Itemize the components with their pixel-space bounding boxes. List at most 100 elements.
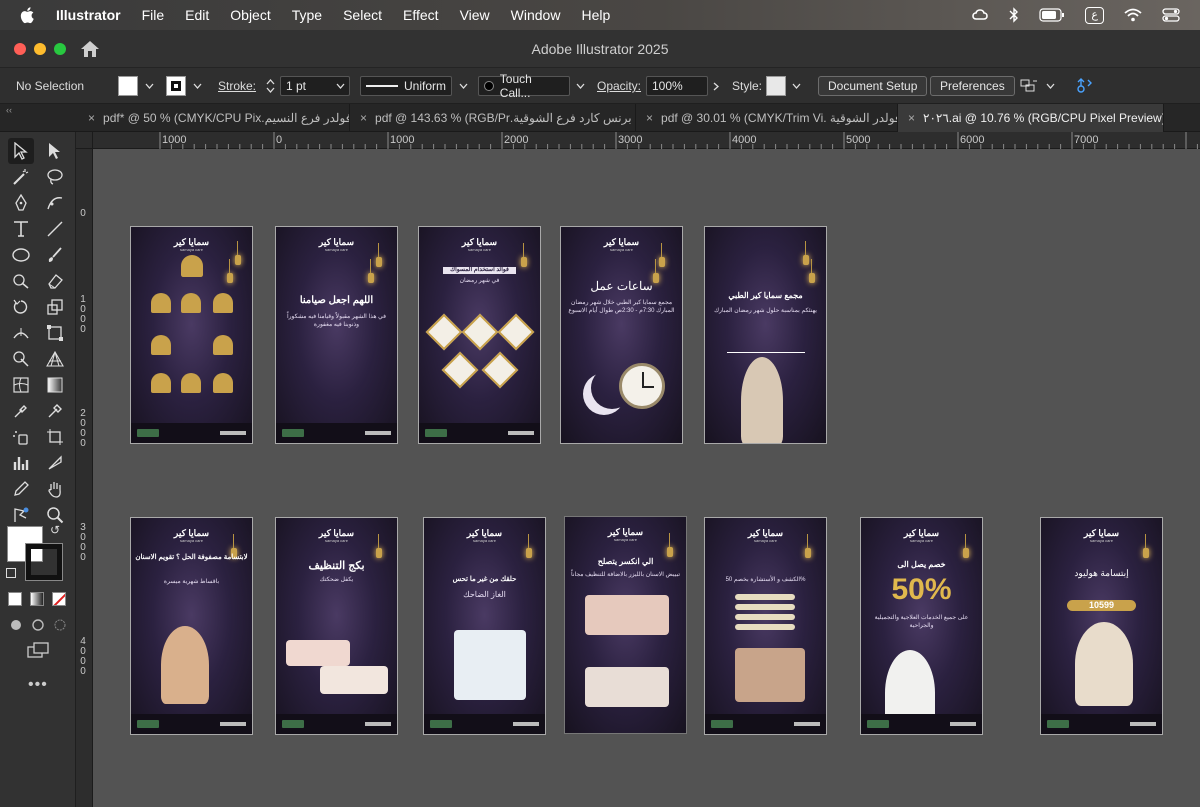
stroke-dropdown-chevron-icon[interactable] bbox=[189, 76, 205, 96]
rotate-tool[interactable] bbox=[8, 294, 34, 320]
mesh-tool[interactable] bbox=[8, 372, 34, 398]
lasso-tool[interactable] bbox=[42, 164, 68, 190]
fill-dropdown-chevron-icon[interactable] bbox=[141, 76, 157, 96]
opacity-input[interactable]: 100% bbox=[646, 76, 708, 96]
ellipse-tool[interactable] bbox=[8, 242, 34, 268]
column-graph-tool[interactable] bbox=[8, 450, 34, 476]
artboard-r2-4[interactable]: سمايا كير samaya care الي انكسر يتصلح تب… bbox=[564, 516, 687, 734]
artboard-r2-3[interactable]: سمايا كير samaya care حلقك من غير ما تحس… bbox=[423, 517, 546, 735]
share-icon[interactable] bbox=[1074, 76, 1096, 96]
tab-document-4-active[interactable]: × ٢٠٢٦.ai @ 10.76 % (RGB/CPU Pixel Previe… bbox=[898, 104, 1164, 132]
stroke-weight-input[interactable]: 1 pt bbox=[280, 76, 350, 96]
control-center-icon[interactable] bbox=[1162, 8, 1180, 22]
menu-object[interactable]: Object bbox=[230, 7, 270, 23]
artboard-r2-6[interactable]: سمايا كير samaya care خصم يصل الى 50% عل… bbox=[860, 517, 983, 735]
creative-cloud-icon[interactable] bbox=[971, 7, 989, 23]
arrange-dropdown-chevron-icon[interactable] bbox=[1042, 76, 1058, 96]
wifi-icon[interactable] bbox=[1124, 8, 1142, 22]
stroke-color-box[interactable] bbox=[25, 543, 63, 581]
gradient-tool[interactable] bbox=[42, 372, 68, 398]
menu-app-illustrator[interactable]: Illustrator bbox=[56, 7, 121, 23]
default-fill-stroke-icon[interactable] bbox=[6, 568, 16, 578]
pen-tool[interactable] bbox=[8, 190, 34, 216]
menu-view[interactable]: View bbox=[460, 7, 490, 23]
battery-icon[interactable] bbox=[1039, 8, 1065, 22]
collapse-panels-icon[interactable]: ‹‹ bbox=[6, 105, 12, 115]
menu-file[interactable]: File bbox=[142, 7, 165, 23]
tab-document-3[interactable]: × فولدر الشوقية .pdf @ 30.01 % (CMYK/Trim… bbox=[636, 104, 898, 132]
artboard-r1-2[interactable]: سمايا كير samaya care اللهم اجعل صيامنا … bbox=[275, 226, 398, 444]
stroke-label[interactable]: Stroke: bbox=[218, 79, 256, 93]
color-mode-icon[interactable] bbox=[8, 592, 22, 606]
ruler-origin[interactable] bbox=[76, 132, 93, 149]
vertical-ruler[interactable]: 0 1000 2000 3000 4000 bbox=[76, 149, 93, 807]
artboard-r2-7[interactable]: سمايا كير samaya care إبتسامة هوليود 105… bbox=[1040, 517, 1163, 735]
menu-type[interactable]: Type bbox=[292, 7, 322, 23]
type-tool[interactable] bbox=[8, 216, 34, 242]
horizontal-ruler[interactable]: 1000 0 1000 2000 3000 4000 5000 6000 700… bbox=[76, 132, 1200, 149]
artboard-r2-5[interactable]: سمايا كير samaya care الكشف و الأستشارة … bbox=[704, 517, 827, 735]
artboard-r1-5[interactable]: مجمع سمايا كير الطبي يهنئكم بمناسبة حلول… bbox=[704, 226, 827, 444]
paintbrush-tool[interactable] bbox=[42, 242, 68, 268]
menu-help[interactable]: Help bbox=[581, 7, 610, 23]
graphic-style-swatch[interactable] bbox=[766, 76, 786, 96]
swap-fill-stroke-icon[interactable]: ↺ bbox=[50, 523, 60, 537]
artboard-canvas[interactable]: سمايا كير samaya care سمايا كير samaya c… bbox=[94, 150, 1200, 807]
blend-tool[interactable] bbox=[8, 398, 34, 424]
gradient-mode-icon[interactable] bbox=[30, 592, 44, 606]
opacity-arrow-icon[interactable] bbox=[708, 76, 724, 96]
close-tab-icon[interactable]: × bbox=[646, 111, 653, 125]
opacity-label[interactable]: Opacity: bbox=[597, 79, 641, 93]
menu-select[interactable]: Select bbox=[343, 7, 382, 23]
bluetooth-icon[interactable] bbox=[1009, 7, 1019, 23]
artboard-r1-1[interactable]: سمايا كير samaya care bbox=[130, 226, 253, 444]
shaper-tool[interactable] bbox=[8, 268, 34, 294]
document-setup-button[interactable]: Document Setup bbox=[818, 76, 928, 96]
slice-tool[interactable] bbox=[42, 450, 68, 476]
none-mode-icon[interactable] bbox=[52, 592, 66, 606]
artboard-r2-1[interactable]: سمايا كير samaya care لابتسامة مصفوفة ال… bbox=[130, 517, 253, 735]
menu-edit[interactable]: Edit bbox=[185, 7, 209, 23]
artboard-r1-3[interactable]: سمايا كير samaya care فوائد استخدام المس… bbox=[418, 226, 541, 444]
stroke-swatch[interactable] bbox=[166, 76, 186, 96]
close-tab-icon[interactable]: × bbox=[908, 111, 915, 125]
artboard-r1-4[interactable]: سمايا كير samaya care ساعات عمل مجمع سما… bbox=[560, 226, 683, 444]
curvature-tool[interactable] bbox=[42, 190, 68, 216]
tab-document-2[interactable]: × برنس كارد فرع الشوقية.pdf @ 143.63 % (R… bbox=[350, 104, 636, 132]
draw-normal-icon[interactable] bbox=[8, 618, 24, 632]
menu-effect[interactable]: Effect bbox=[403, 7, 439, 23]
draw-inside-icon[interactable] bbox=[52, 618, 68, 632]
close-tab-icon[interactable]: × bbox=[88, 111, 95, 125]
magic-wand-tool[interactable] bbox=[8, 164, 34, 190]
style-dropdown-chevron-icon[interactable] bbox=[788, 76, 804, 96]
eraser-tool[interactable] bbox=[42, 268, 68, 294]
variable-width-profile-select[interactable]: Uniform bbox=[360, 76, 452, 96]
artboard-tool[interactable] bbox=[42, 424, 68, 450]
hand-tool[interactable] bbox=[42, 476, 68, 502]
free-transform-tool[interactable] bbox=[42, 320, 68, 346]
change-screen-mode-icon[interactable] bbox=[26, 642, 50, 660]
selection-tool[interactable] bbox=[8, 138, 34, 164]
close-tab-icon[interactable]: × bbox=[360, 111, 367, 125]
artboard-r2-2[interactable]: سمايا كير samaya care بكج التنظيف يكفل ض… bbox=[275, 517, 398, 735]
profile-dropdown-chevron-icon[interactable] bbox=[455, 76, 471, 96]
apple-icon[interactable] bbox=[18, 5, 38, 25]
tab-document-1[interactable]: × فولدر فرع النسيم.pdf* @ 50 % (CMYK/CPU … bbox=[78, 104, 350, 132]
symbol-sprayer-tool[interactable] bbox=[8, 424, 34, 450]
pencil-tool[interactable] bbox=[8, 476, 34, 502]
stroke-weight-stepper-icon[interactable] bbox=[262, 76, 278, 96]
preferences-button[interactable]: Preferences bbox=[930, 76, 1015, 96]
arrange-documents-icon[interactable] bbox=[1018, 76, 1040, 96]
menu-window[interactable]: Window bbox=[511, 7, 561, 23]
perspective-grid-tool[interactable] bbox=[42, 346, 68, 372]
brush-dropdown-chevron-icon[interactable] bbox=[572, 76, 588, 96]
line-segment-tool[interactable] bbox=[42, 216, 68, 242]
input-language-badge[interactable]: ع bbox=[1085, 6, 1104, 24]
brush-definition-select[interactable]: Touch Call... bbox=[478, 72, 570, 100]
puppet-warp-tool[interactable] bbox=[8, 502, 34, 528]
draw-behind-icon[interactable] bbox=[30, 618, 46, 632]
scale-tool[interactable] bbox=[42, 294, 68, 320]
edit-toolbar-more-icon[interactable]: ••• bbox=[28, 676, 48, 694]
shape-builder-tool[interactable] bbox=[8, 346, 34, 372]
direct-selection-tool[interactable] bbox=[42, 138, 68, 164]
